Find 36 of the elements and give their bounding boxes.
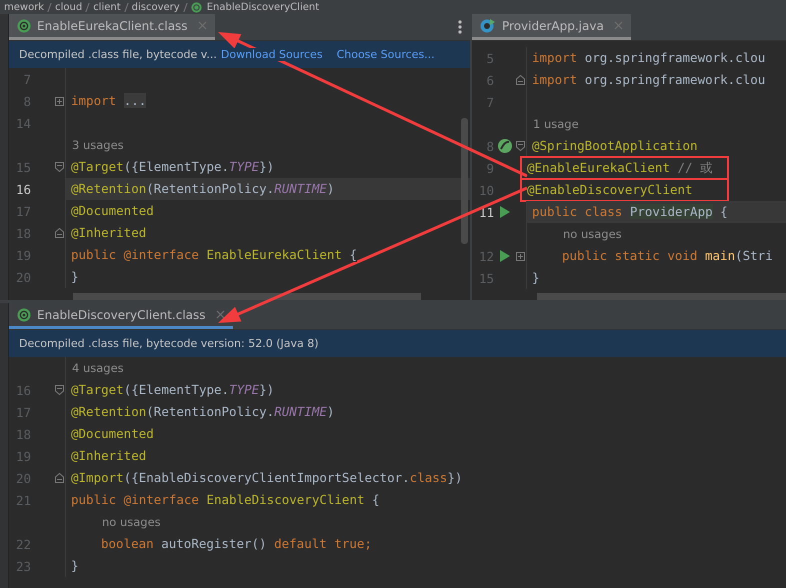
breadcrumb-item[interactable]: cloud <box>55 2 82 12</box>
run-icon[interactable] <box>500 250 510 262</box>
horizontal-scrollbar[interactable] <box>537 293 786 300</box>
breadcrumb-item[interactable]: discovery <box>132 2 180 12</box>
banner-text: Decompiled .class file, bytecode version: 52.0 (Java 8) <box>19 337 319 350</box>
banner-link[interactable]: Choose Sources... <box>336 48 435 61</box>
horizontal-scrollbar[interactable] <box>73 293 421 300</box>
usage-hint[interactable]: no usages <box>527 227 622 241</box>
fold-icon[interactable] <box>55 162 64 172</box>
banner-link[interactable]: Download Sources <box>220 48 323 61</box>
line-number: 16 <box>14 182 31 196</box>
usage-hint[interactable]: 4 usages <box>66 361 124 375</box>
fold-icon[interactable] <box>55 473 64 483</box>
fold-icon[interactable] <box>516 141 525 151</box>
editor-tab[interactable]: EnableEurekaClient.class <box>9 14 215 40</box>
breadcrumb-item[interactable]: client <box>93 2 121 12</box>
vertical-scrollbar[interactable] <box>461 118 468 244</box>
fold-icon[interactable] <box>516 75 525 85</box>
fold-expand-icon[interactable] <box>516 252 525 260</box>
class-file-icon <box>17 308 31 322</box>
fold-expand-icon[interactable] <box>55 96 64 106</box>
class-file-icon <box>17 18 31 32</box>
run-icon[interactable] <box>500 206 510 218</box>
fold-icon[interactable] <box>55 228 64 238</box>
java-file-icon <box>480 18 496 34</box>
close-icon[interactable] <box>216 310 225 319</box>
usage-hint[interactable]: 3 usages <box>66 138 124 152</box>
bean-icon[interactable] <box>497 138 513 154</box>
breadcrumb-item[interactable]: EnableDiscoveryClient <box>206 2 320 12</box>
usage-hint[interactable]: 1 usage <box>527 117 579 131</box>
usage-hint[interactable]: no usages <box>66 515 161 529</box>
editor-tab[interactable]: ProviderApp.java <box>472 14 631 40</box>
more-menu-icon[interactable] <box>458 20 462 34</box>
fold-icon[interactable] <box>55 385 64 395</box>
breadcrumb-item[interactable]: mework <box>4 2 44 12</box>
banner-text: Decompiled .class file, bytecode v... <box>19 48 217 61</box>
